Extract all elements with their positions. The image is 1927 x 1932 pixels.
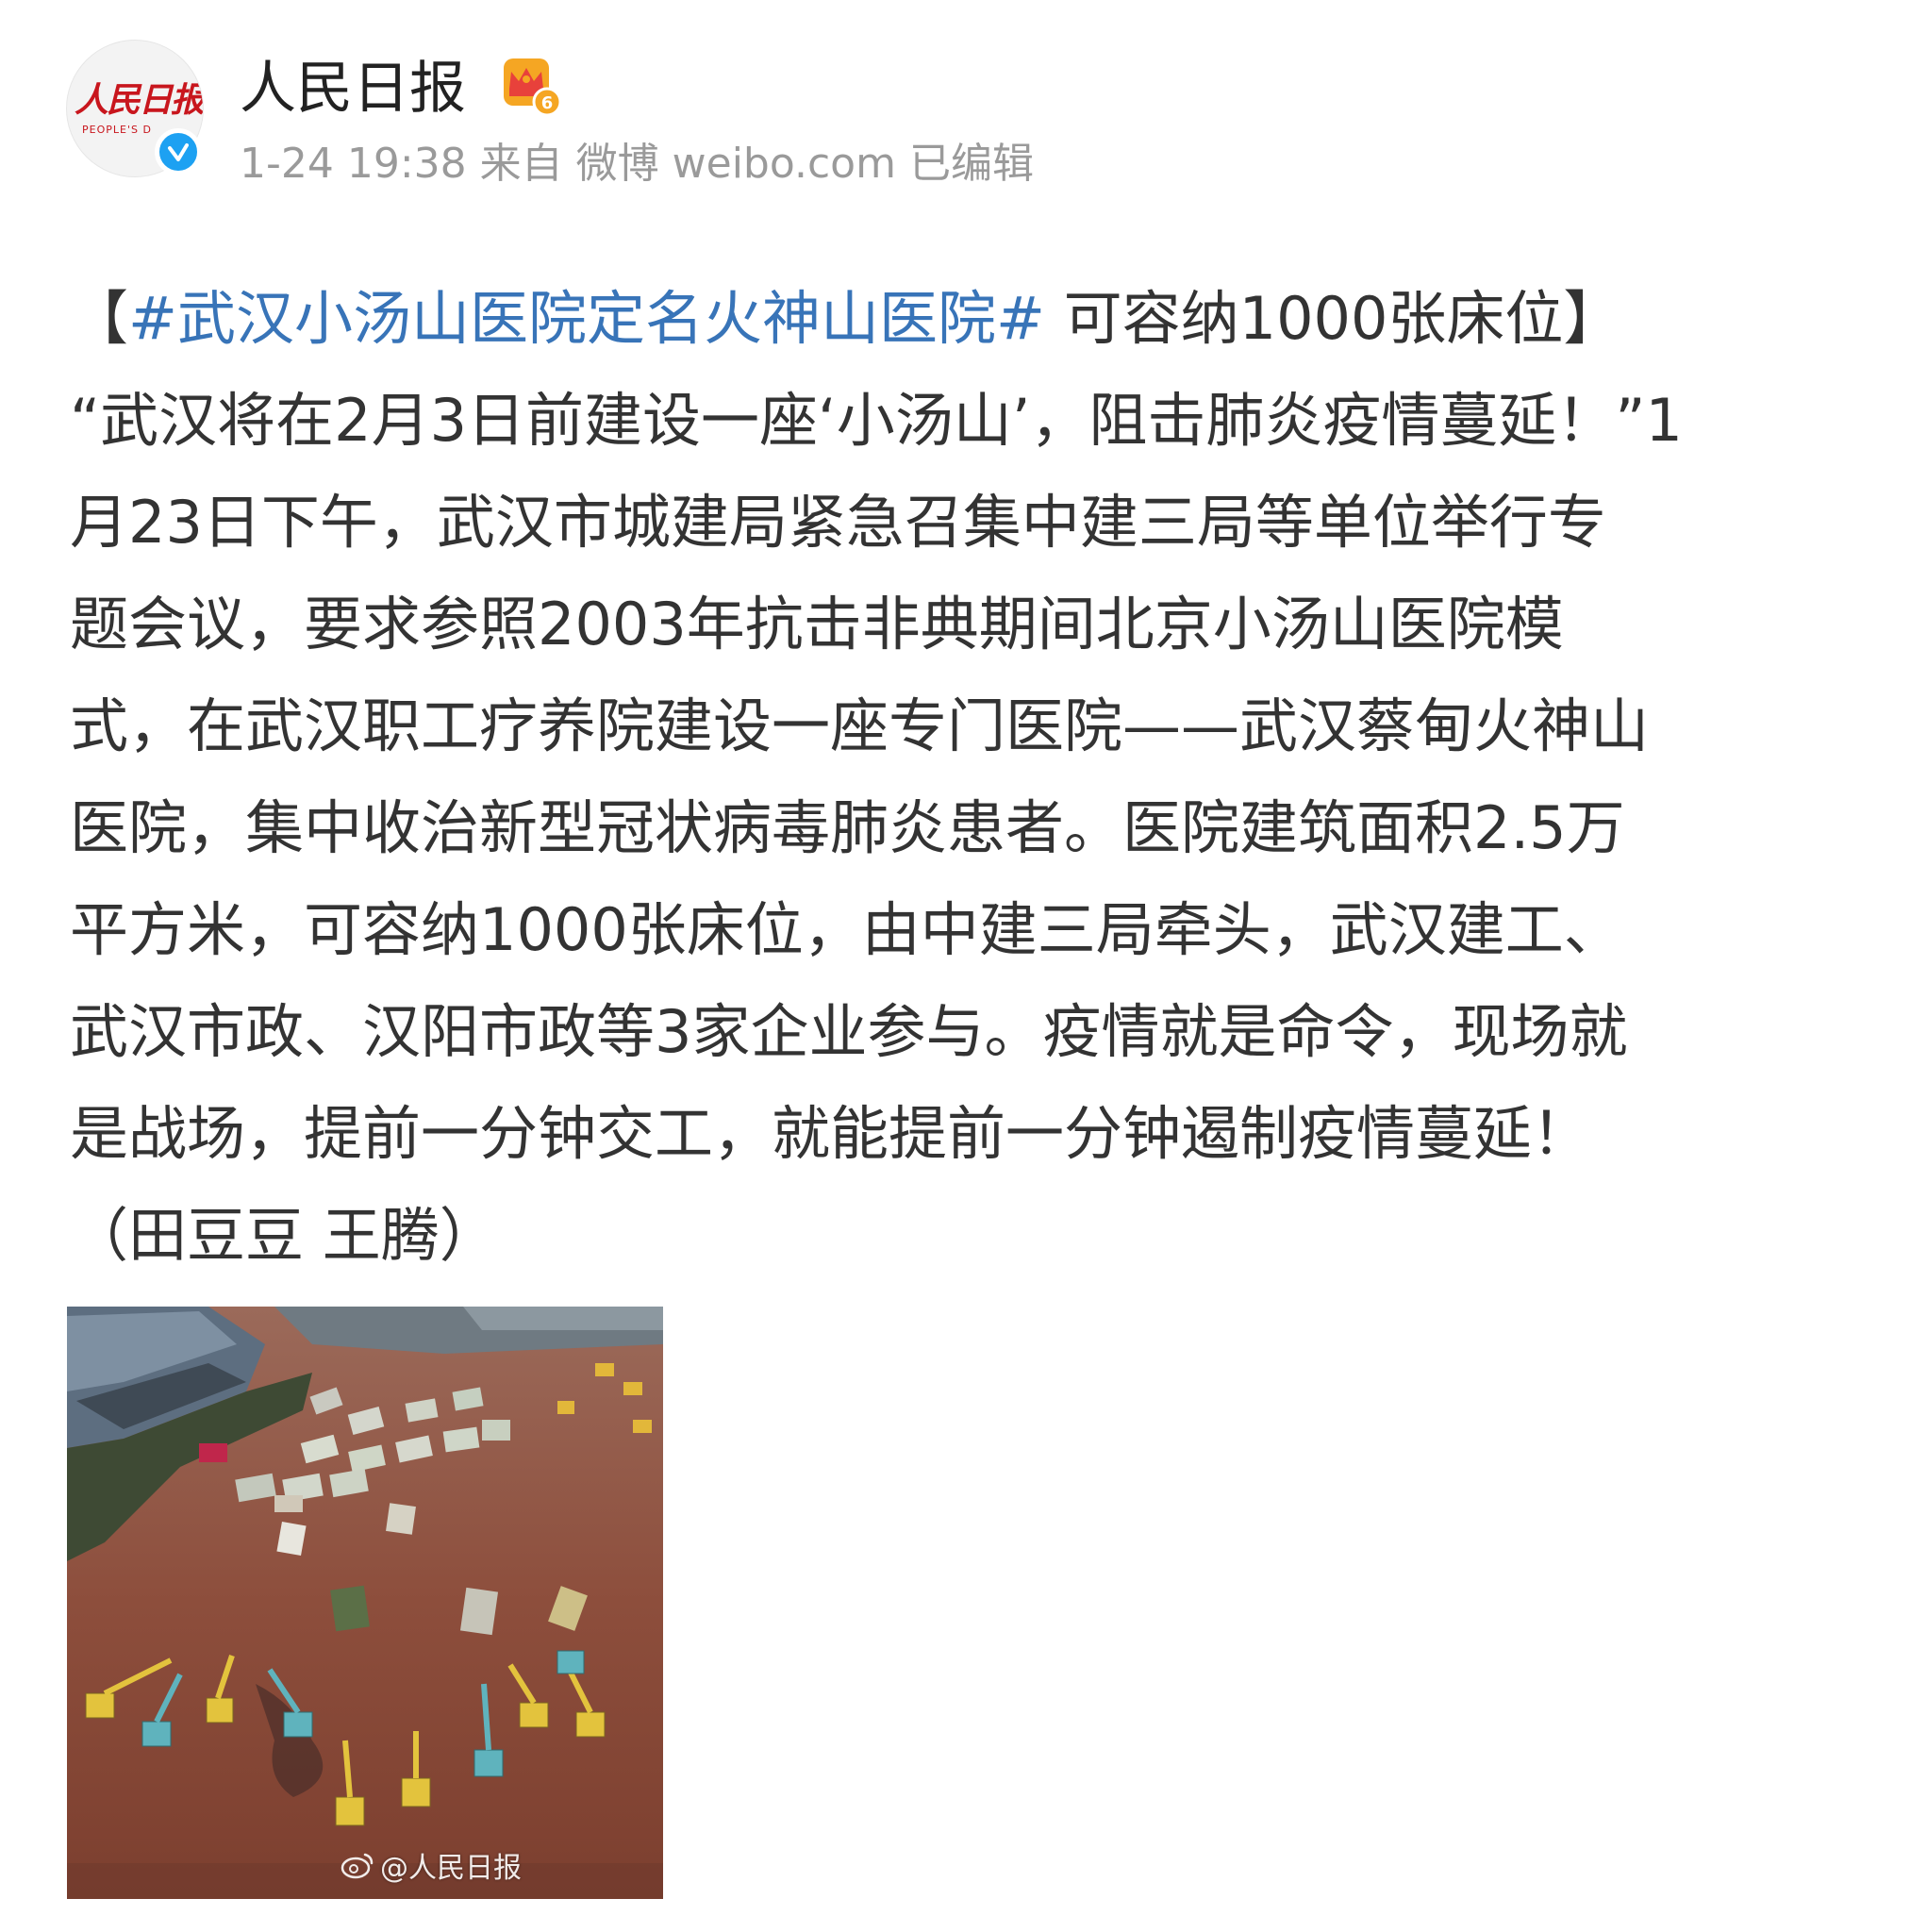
post-line: 平方米，可容纳1000张床位，由中建三局牵头，武汉建工、 bbox=[70, 895, 1622, 964]
weibo-icon bbox=[341, 1853, 374, 1879]
post-line: “武汉将在2月3日前建设一座‘小汤山’，阻击肺炎疫情蔓延！”1 bbox=[70, 386, 1683, 455]
image-watermark: @人民日报 bbox=[341, 1844, 522, 1886]
verified-icon bbox=[155, 128, 202, 175]
crown-icon[interactable]: 6 bbox=[498, 57, 562, 117]
source-client[interactable]: 微博 weibo.com bbox=[576, 140, 896, 188]
post-line: 是战场，提前一分钟交工，就能提前一分钟遏制疫情蔓延！ bbox=[70, 1099, 1591, 1168]
construction-site-photo bbox=[67, 1307, 663, 1899]
hashtag-link[interactable]: #武汉小汤山医院定名火神山医院# bbox=[128, 284, 1045, 353]
headline-text: 可容纳1000张床位 bbox=[1044, 284, 1564, 353]
post-line: 式，在武汉职工疗养院建设一座专门医院——武汉蔡甸火神山 bbox=[70, 691, 1650, 760]
watermark-text: @人民日报 bbox=[380, 1852, 522, 1885]
source-prefix: 来自 bbox=[479, 140, 563, 188]
post-date[interactable]: 1-24 19:38 bbox=[240, 140, 467, 188]
username[interactable]: 人民日报 bbox=[240, 53, 466, 125]
post-line: 武汉市政、汉阳市政等3家企业参与。疫情就是命令，现场就 bbox=[70, 997, 1628, 1066]
bracket-close: 】 bbox=[1563, 284, 1622, 353]
post-body: 【#武汉小汤山医院定名火神山医院# 可容纳1000张床位】 “武汉将在2月3日前… bbox=[70, 268, 1871, 1287]
bracket-open: 【 bbox=[70, 284, 129, 353]
post-image[interactable]: @人民日报 bbox=[67, 1307, 663, 1899]
post-line: 医院，集中收治新型冠状病毒肺炎患者。医院建筑面积2.5万 bbox=[70, 793, 1625, 862]
post-headline: 【#武汉小汤山医院定名火神山医院# 可容纳1000张床位】 bbox=[70, 268, 1871, 370]
edited-label[interactable]: 已编辑 bbox=[909, 140, 1034, 188]
post-line: 题会议，要求参照2003年抗击非典期间北京小汤山医院模 bbox=[70, 590, 1564, 658]
avatar-logo: 人民日报 bbox=[75, 80, 204, 120]
post-line: 月23日下午，武汉市城建局紧急召集中建三局等单位举行专 bbox=[70, 488, 1606, 557]
post-line: （田豆豆 王腾） bbox=[70, 1201, 498, 1270]
svg-text:6: 6 bbox=[541, 93, 554, 113]
post-meta: 1-24 19:38 来自 微博 weibo.com 已编辑 bbox=[240, 138, 1047, 191]
